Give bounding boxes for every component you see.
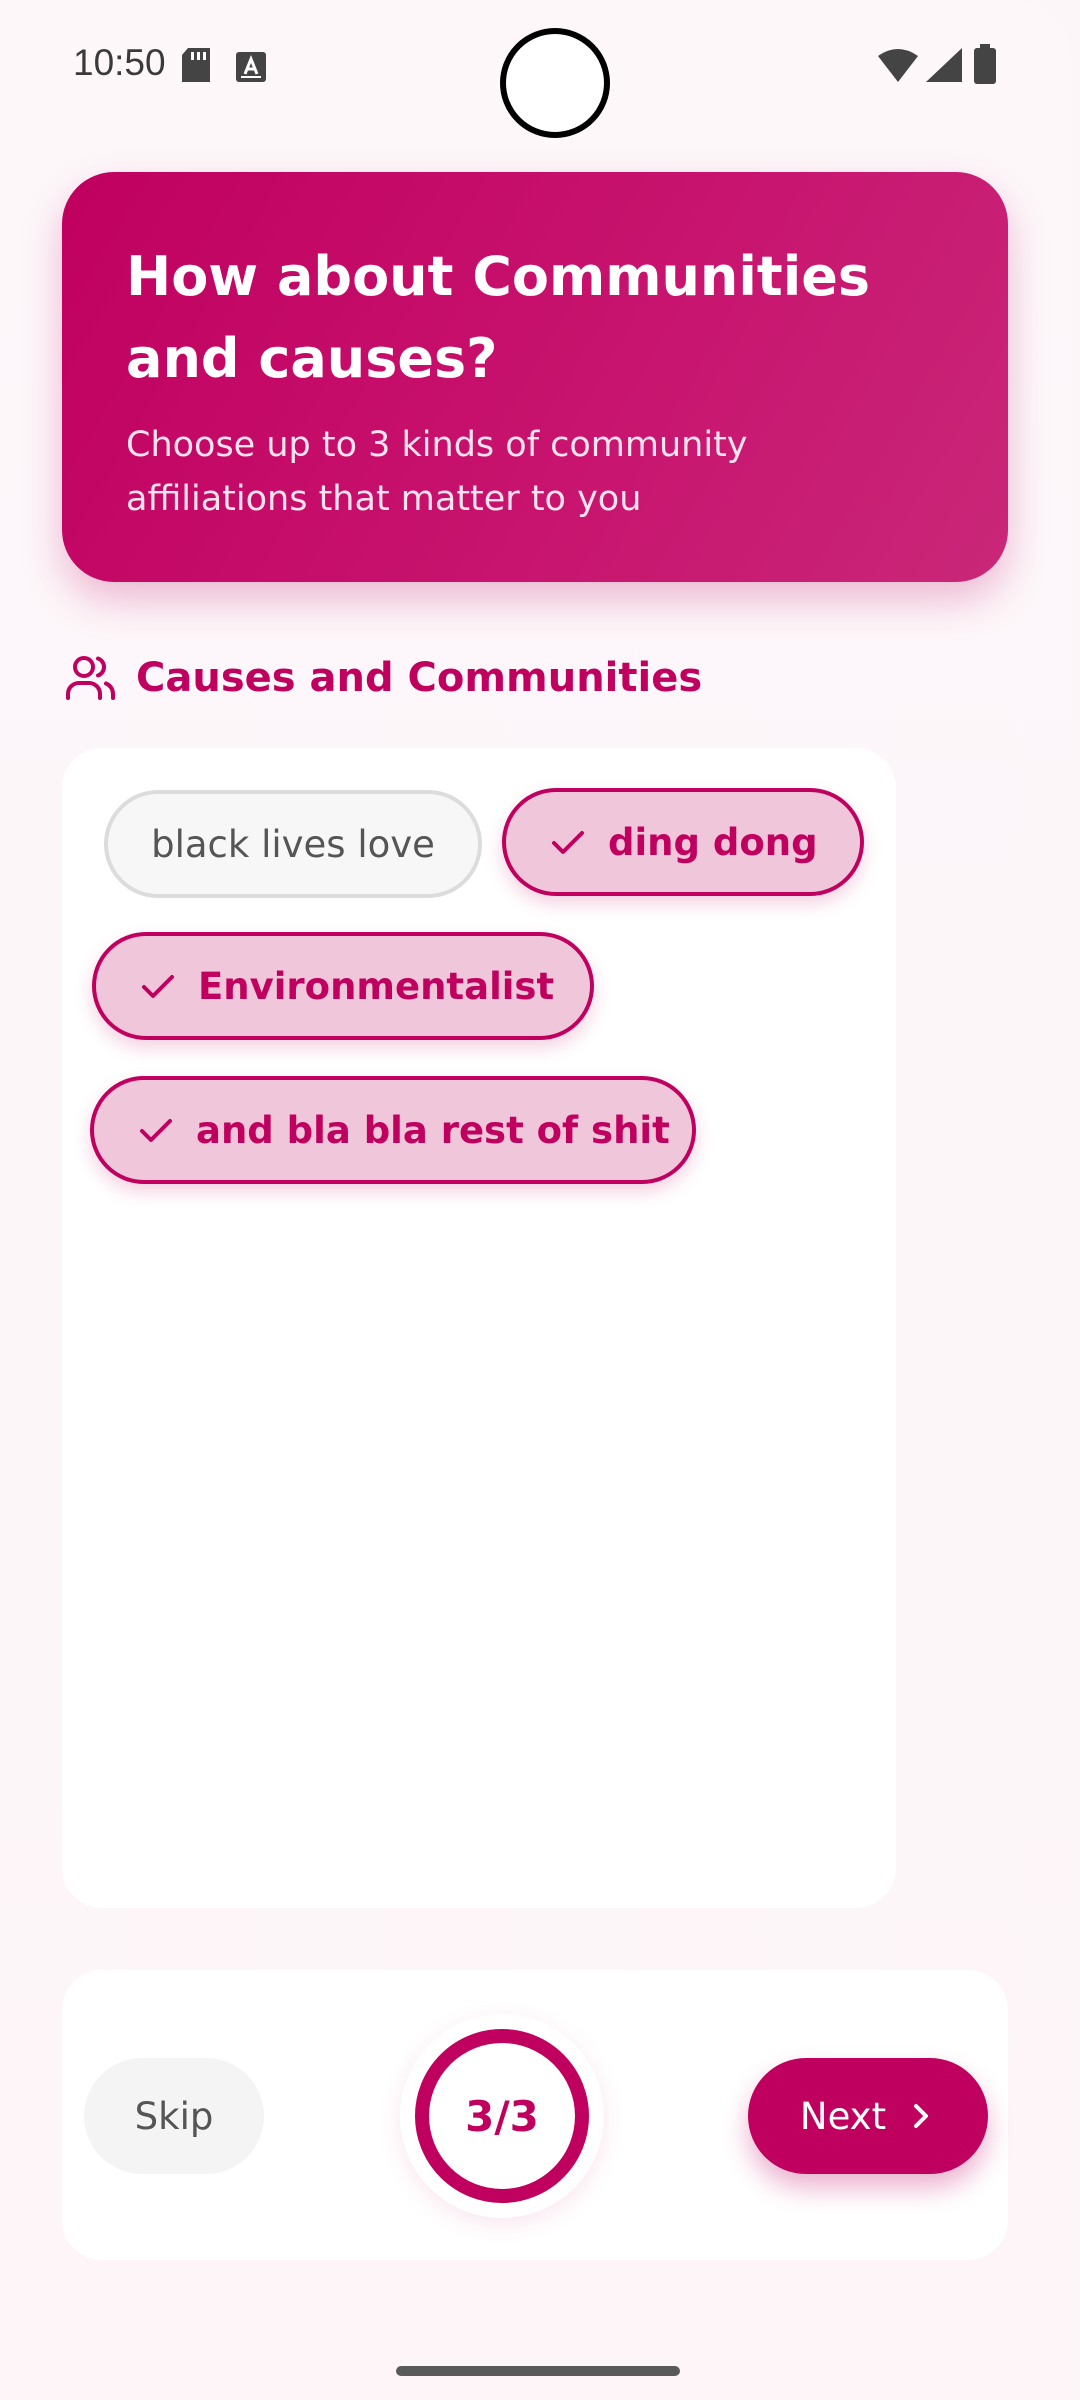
next-label: Next xyxy=(799,2094,887,2138)
keyboard-a-icon xyxy=(236,52,266,82)
progress-label: 3/3 xyxy=(465,2091,539,2141)
section-title: Causes and Communities xyxy=(136,655,703,701)
users-icon xyxy=(66,656,115,700)
next-button[interactable]: Next xyxy=(748,2058,988,2174)
gesture-bar[interactable] xyxy=(396,2366,680,2376)
check-icon xyxy=(142,975,174,998)
chip-label: black lives love xyxy=(151,822,435,866)
page-subtitle: Choose up to 3 kinds of community affili… xyxy=(126,425,748,519)
chip-label: Environmentalist xyxy=(198,964,555,1008)
chip-black-lives-love[interactable]: black lives love xyxy=(104,790,482,898)
signal-icon xyxy=(926,48,962,82)
header-card: How about Communities and causes? Choose… xyxy=(62,172,1008,582)
status-bar: 10:50 xyxy=(0,0,1072,138)
app-screen: 10:50 How about Communities and causes? … xyxy=(0,0,1072,2400)
check-icon xyxy=(140,1119,172,1142)
sd-card-icon xyxy=(182,48,210,82)
chips-panel: black lives love ding dong Environmental… xyxy=(62,748,896,1908)
chip-and-bla-bla[interactable]: and bla bla rest of shit xyxy=(90,1076,696,1184)
chip-label: and bla bla rest of shit xyxy=(196,1108,670,1152)
chip-ding-dong[interactable]: ding dong xyxy=(502,788,864,896)
battery-icon xyxy=(974,44,996,84)
status-time: 10:50 xyxy=(73,42,166,83)
chip-label: ding dong xyxy=(608,820,818,864)
section-heading: Causes and Communities xyxy=(62,648,702,708)
step-progress: 3/3 xyxy=(400,2014,604,2218)
check-icon xyxy=(552,831,584,854)
camera-cutout xyxy=(500,28,610,138)
skip-label: Skip xyxy=(134,2094,214,2138)
chevron-right-icon xyxy=(914,2104,929,2128)
wifi-icon xyxy=(878,49,918,82)
bottom-bar: Skip 3/3 Next xyxy=(62,1970,1008,2260)
chip-environmentalist[interactable]: Environmentalist xyxy=(92,932,594,1040)
skip-button[interactable]: Skip xyxy=(84,2058,264,2174)
page-title: How about Communities and causes? xyxy=(126,245,870,390)
